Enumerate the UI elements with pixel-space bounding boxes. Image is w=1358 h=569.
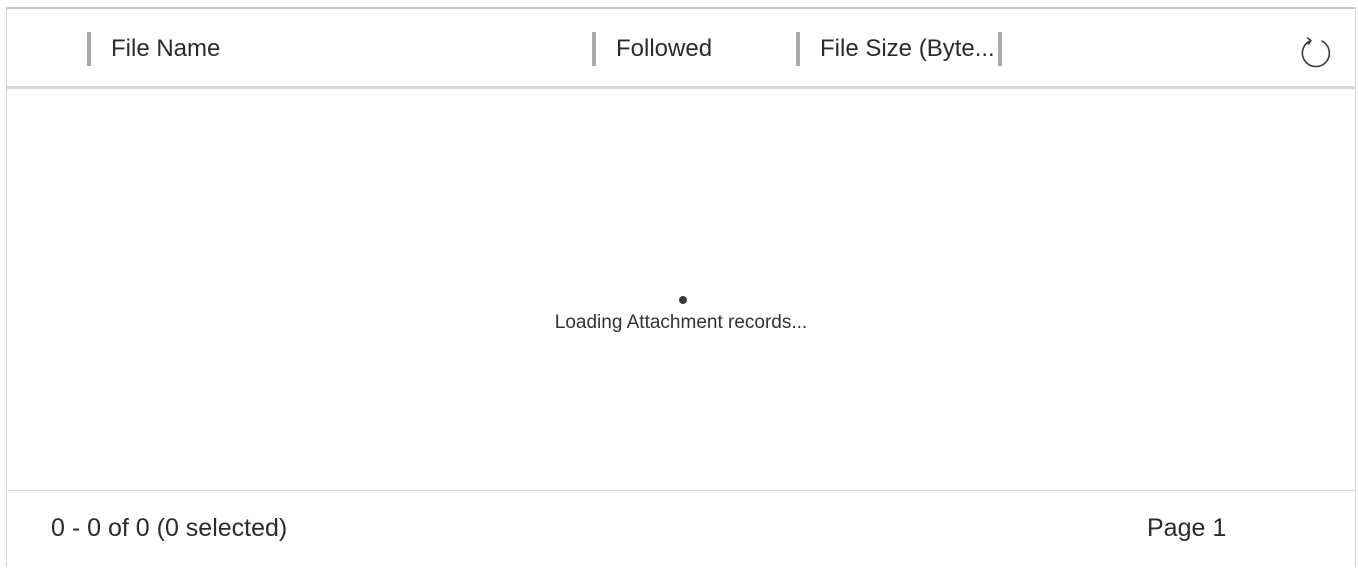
column-separator[interactable] xyxy=(796,32,800,66)
attachments-grid: File Name Followed File Size (Byte... Lo… xyxy=(6,7,1356,567)
loading-text: Loading Attachment records... xyxy=(554,312,808,333)
refresh-icon xyxy=(1301,37,1331,68)
loading-indicator: Loading Attachment records... xyxy=(7,296,1355,334)
record-count: 0 - 0 of 0 (0 selected) xyxy=(51,514,288,542)
column-label: File Size (Byte... xyxy=(820,35,995,62)
grid-body: Loading Attachment records... xyxy=(7,89,1355,491)
page-indicator: Page 1 xyxy=(1147,514,1227,542)
column-separator[interactable] xyxy=(87,32,91,66)
column-separator[interactable] xyxy=(997,32,1002,66)
loading-spinner-icon xyxy=(679,296,687,304)
column-label: Followed xyxy=(616,35,713,62)
column-header-file-name[interactable]: File Name xyxy=(87,30,220,68)
column-label: File Name xyxy=(111,35,221,62)
column-header-file-size[interactable]: File Size (Byte... xyxy=(796,30,1002,68)
refresh-button[interactable] xyxy=(1299,36,1333,70)
grid-footer: 0 - 0 of 0 (0 selected) Page 1 xyxy=(7,491,1355,569)
column-separator[interactable] xyxy=(592,32,596,66)
grid-header: File Name Followed File Size (Byte... xyxy=(7,9,1355,89)
column-header-followed[interactable]: Followed xyxy=(592,30,712,68)
